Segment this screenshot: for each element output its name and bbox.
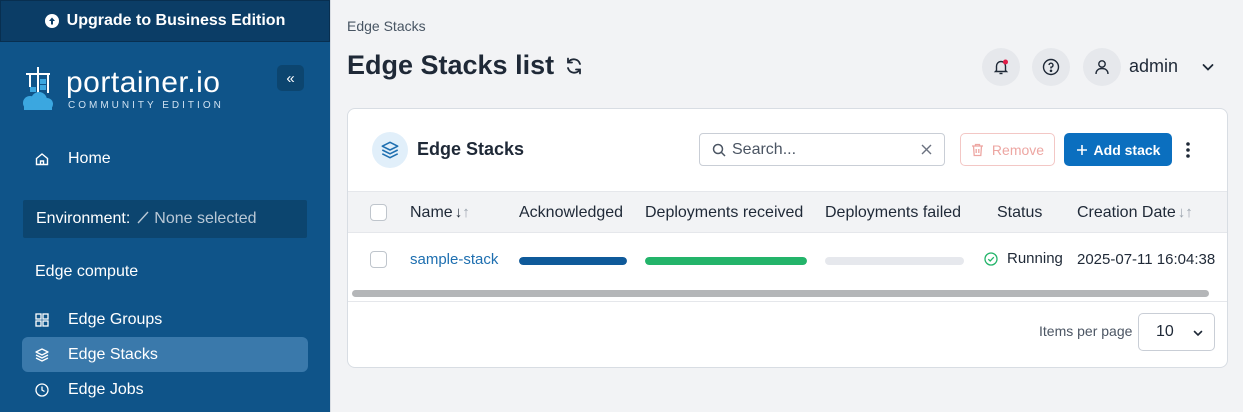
upgrade-label: Upgrade to Business Edition bbox=[66, 12, 286, 29]
breadcrumb[interactable]: Edge Stacks bbox=[347, 18, 426, 34]
divider bbox=[348, 301, 1227, 302]
deployments-received-bar bbox=[645, 257, 807, 265]
portainer-logo-icon bbox=[23, 67, 53, 110]
items-per-page-value: 10 bbox=[1156, 323, 1174, 340]
portainer-logo[interactable]: portainer.io COMMUNITY EDITION bbox=[20, 64, 224, 114]
sidebar-item-edge-stacks[interactable]: Edge Stacks bbox=[22, 337, 308, 372]
add-stack-button[interactable]: Add stack bbox=[1064, 133, 1172, 166]
environment-value-text: None selected bbox=[154, 210, 257, 227]
bell-icon bbox=[993, 59, 1009, 75]
environment-label: Environment: bbox=[36, 210, 131, 227]
column-header-deployments-failed[interactable]: Deployments failed bbox=[825, 204, 961, 222]
deployments-failed-bar bbox=[825, 257, 964, 265]
column-header-status[interactable]: Status bbox=[997, 204, 1042, 222]
column-header-creation-date[interactable]: Creation Date ↓↑ bbox=[1077, 204, 1193, 222]
sidebar-item-edge-groups[interactable]: Edge Groups bbox=[22, 302, 308, 337]
column-header-acknowledged[interactable]: Acknowledged bbox=[519, 204, 623, 222]
chevron-down-icon bbox=[1193, 330, 1203, 337]
page-title-text: Edge Stacks list bbox=[347, 50, 555, 80]
table-row: sample-stack Running 2025-07-11 16:04:38 bbox=[348, 233, 1227, 285]
sidebar-item-label: Edge Groups bbox=[68, 310, 163, 328]
help-circle-icon bbox=[1042, 58, 1060, 76]
user-name[interactable]: admin bbox=[1129, 56, 1178, 77]
layers-icon bbox=[372, 132, 408, 168]
user-icon bbox=[1095, 60, 1109, 75]
upgrade-button[interactable]: Upgrade to Business Edition bbox=[0, 0, 330, 42]
sidebar-item-label: Edge Jobs bbox=[68, 380, 144, 398]
clear-search-icon[interactable] bbox=[920, 143, 933, 156]
home-icon bbox=[35, 152, 49, 166]
section-title-edge-compute: Edge compute bbox=[35, 263, 139, 280]
card-title: Edge Stacks bbox=[417, 139, 525, 159]
search-icon bbox=[712, 143, 726, 157]
acknowledged-bar bbox=[519, 257, 627, 265]
user-avatar[interactable] bbox=[1083, 48, 1121, 86]
plus-icon bbox=[1076, 144, 1087, 155]
check-circle-icon bbox=[984, 251, 998, 266]
double-chevron-left-icon: « bbox=[286, 69, 295, 87]
status-badge: Running bbox=[984, 250, 1063, 267]
sidebar-item-label: Edge Stacks bbox=[68, 345, 158, 363]
status-text: Running bbox=[1007, 250, 1063, 267]
row-checkbox[interactable] bbox=[370, 251, 387, 268]
environment-value: None selected bbox=[136, 210, 257, 228]
card-header: Edge Stacks Remove Add stack bbox=[348, 109, 1227, 191]
remove-button[interactable]: Remove bbox=[960, 133, 1055, 166]
creation-date: 2025-07-11 16:04:38 bbox=[1077, 251, 1216, 268]
search-box[interactable] bbox=[699, 133, 945, 166]
chevron-down-icon[interactable] bbox=[1200, 59, 1216, 75]
table-header: Name ↓↑ Acknowledged Deployments received… bbox=[348, 191, 1227, 233]
column-header-name[interactable]: Name ↓↑ bbox=[410, 204, 470, 222]
collapse-sidebar-button[interactable]: « bbox=[277, 65, 304, 91]
arrow-up-circle-icon bbox=[44, 14, 59, 28]
sidebar-item-home[interactable]: Home bbox=[22, 141, 308, 176]
environment-selector[interactable]: Environment: None selected bbox=[23, 200, 307, 238]
help-button[interactable] bbox=[1032, 48, 1070, 86]
select-all-checkbox[interactable] bbox=[370, 204, 387, 221]
edge-stacks-card: Edge Stacks Remove Add stack Name↓↑ Ackn… bbox=[347, 108, 1228, 368]
scrollbar-thumb[interactable] bbox=[352, 290, 1209, 297]
add-stack-label: Add stack bbox=[1093, 141, 1161, 158]
edition-label: COMMUNITY EDITION bbox=[68, 99, 224, 111]
refresh-icon[interactable] bbox=[564, 56, 584, 76]
items-per-page-label: Items per page bbox=[1039, 323, 1133, 339]
notifications-button[interactable] bbox=[982, 48, 1020, 86]
column-name-label: Name bbox=[410, 204, 453, 221]
main-content: Edge Stacks Edge Stacks list admin Edge … bbox=[330, 0, 1243, 412]
horizontal-scrollbar[interactable] bbox=[350, 289, 1227, 299]
sort-icon: ↓↑ bbox=[1177, 204, 1193, 221]
column-creation-date-label: Creation Date bbox=[1077, 204, 1176, 221]
sidebar-item-edge-jobs[interactable]: Edge Jobs bbox=[22, 372, 308, 407]
sidebar: Upgrade to Business Edition portainer.io… bbox=[0, 0, 330, 412]
stack-name-link[interactable]: sample-stack bbox=[410, 251, 498, 268]
more-options-icon[interactable] bbox=[1183, 141, 1193, 159]
slash-icon bbox=[137, 211, 149, 224]
trash-icon bbox=[971, 143, 983, 156]
sort-icon: ↓↑ bbox=[454, 204, 470, 221]
items-per-page-select[interactable]: 10 bbox=[1138, 313, 1215, 351]
grid-icon bbox=[35, 312, 49, 327]
search-input[interactable] bbox=[732, 140, 912, 159]
page-title: Edge Stacks list bbox=[347, 50, 584, 81]
clock-icon bbox=[35, 382, 49, 397]
brand-name: portainer.io bbox=[66, 65, 221, 99]
remove-label: Remove bbox=[991, 141, 1045, 158]
layers-icon bbox=[35, 347, 49, 362]
column-header-deployments-received[interactable]: Deployments received bbox=[645, 204, 803, 222]
sidebar-item-label: Home bbox=[68, 149, 111, 167]
